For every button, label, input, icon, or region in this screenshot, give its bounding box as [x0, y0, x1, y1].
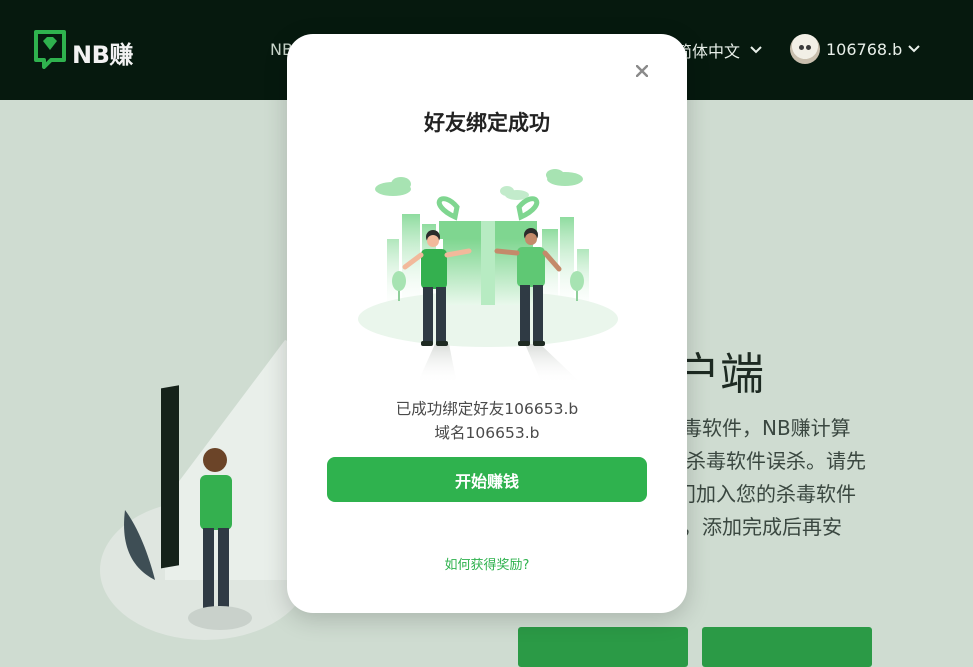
background-paragraph: 毒软件，NB赚计算 杀毒软件误杀。请先 门加入您的杀毒软件 ，添加完成后再安: [676, 412, 876, 544]
friend-bind-success-dialog: 好友绑定成功 已成功绑定好友106653.b 域名106653.b 开始赚钱 如…: [287, 34, 687, 613]
background-paragraph-line: 杀毒软件误杀。请先: [686, 449, 866, 473]
username-label: 106768.b: [826, 39, 903, 59]
user-menu[interactable]: 106768.b: [790, 34, 921, 64]
background-paragraph-line: 毒软件，NB赚计算: [682, 416, 851, 440]
background-illustration: [100, 340, 310, 640]
language-selector[interactable]: 简体中文: [676, 38, 762, 62]
background-download-button[interactable]: [702, 627, 872, 667]
start-earning-button[interactable]: 开始赚钱: [327, 457, 647, 502]
how-to-get-reward-link[interactable]: 如何获得奖励?: [287, 554, 687, 573]
brand-name[interactable]: NB赚: [72, 35, 133, 70]
chevron-down-icon: [750, 46, 762, 54]
dialog-title: 好友绑定成功: [424, 111, 550, 135]
friends-gift-illustration: [358, 169, 618, 384]
friend-domain-text: 域名106653.b: [434, 424, 540, 442]
avatar: [790, 34, 820, 64]
chevron-down-icon: [908, 45, 921, 53]
close-button[interactable]: [631, 60, 653, 82]
background-heading: 户端: [676, 349, 764, 400]
bind-success-message: 已成功绑定好友106653.b: [395, 400, 579, 418]
close-icon: [636, 65, 648, 77]
brand-logo-icon[interactable]: [33, 29, 67, 69]
background-paragraph-line: ，添加完成后再安: [682, 515, 842, 539]
background-download-button[interactable]: [518, 627, 688, 667]
background-paragraph-line: 门加入您的杀毒软件: [676, 482, 856, 506]
